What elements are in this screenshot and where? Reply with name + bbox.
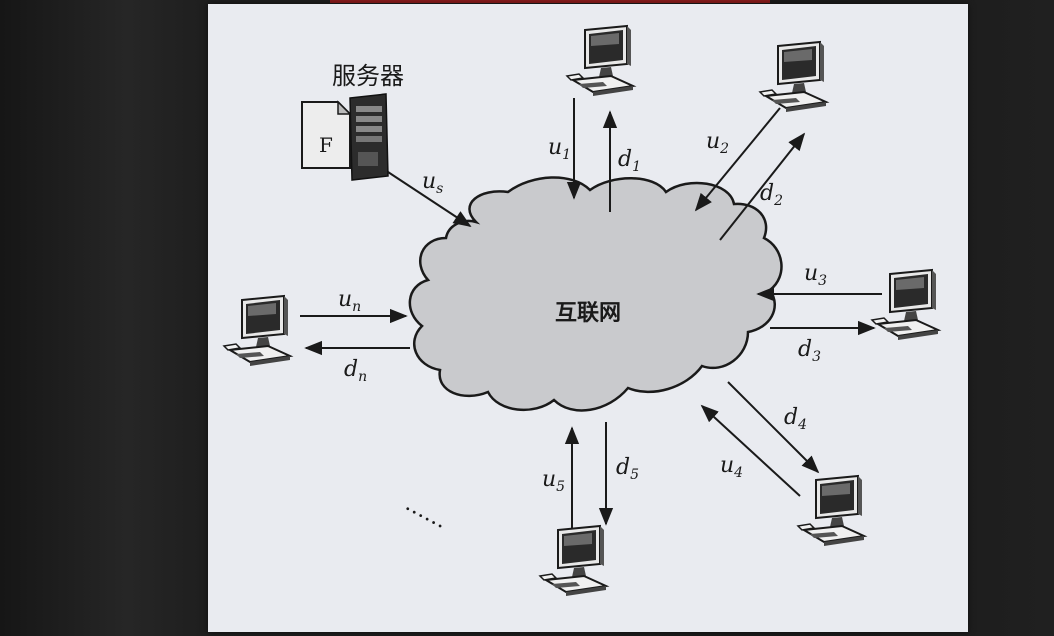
label-d1: d1 (618, 147, 641, 175)
server-tower-icon (349, 93, 389, 181)
computer-icon-1 (566, 25, 634, 97)
label-d5: d5 (616, 455, 639, 483)
internet-cloud: 互联网 (408, 176, 783, 412)
computer-icon-5 (539, 525, 607, 597)
label-u3: u3 (804, 261, 827, 289)
stage: 互联网 服务器 F us u1 d1 u2 d2 u3 d3 d4 u4 u5 … (0, 0, 1054, 636)
computer-icon-4 (797, 475, 865, 547)
label-un: un (338, 287, 361, 315)
label-u2: u2 (706, 129, 729, 157)
label-d3: d3 (798, 337, 821, 365)
label-d2: d2 (760, 181, 783, 209)
label-u1: u1 (548, 135, 571, 163)
top-red-strip (330, 0, 770, 3)
more-clients-ellipsis: …… (401, 491, 452, 534)
network-diagram: 互联网 服务器 F us u1 d1 u2 d2 u3 d3 d4 u4 u5 … (223, 25, 939, 597)
computer-icon-n (223, 295, 291, 367)
label-u4: u4 (720, 453, 743, 481)
file-label: F (319, 133, 333, 157)
label-dn: dn (344, 357, 367, 385)
server-group: 服务器 F (301, 62, 404, 181)
server-label: 服务器 (332, 62, 404, 90)
label-d4: d4 (784, 405, 807, 433)
slide: 互联网 服务器 F us u1 d1 u2 d2 u3 d3 d4 u4 u5 … (208, 4, 968, 632)
label-us: us (422, 169, 443, 197)
cloud-label: 互联网 (555, 301, 621, 326)
label-u5: u5 (542, 467, 565, 495)
computer-icon-2 (759, 41, 827, 113)
computer-icon-3 (871, 269, 939, 341)
